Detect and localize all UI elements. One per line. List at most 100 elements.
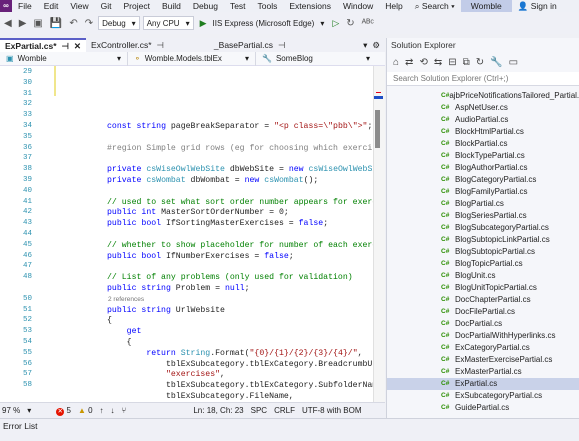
solution-file-item[interactable]: C# ExSubcategoryPartial.cs xyxy=(387,390,579,402)
solution-file-item[interactable]: C# BlogFamilyPartial.cs xyxy=(387,186,579,198)
solution-file-item[interactable]: C# ExMasterPartial.cs xyxy=(387,366,579,378)
solution-file-item[interactable]: C# GuidePartial.cs xyxy=(387,402,579,414)
git-branch-icon[interactable]: ⑂ xyxy=(122,406,127,415)
tab-overflow[interactable]: ▾ ⚙ xyxy=(358,38,385,52)
code-line[interactable]: { xyxy=(107,338,132,347)
visual-studio-logo-icon[interactable]: ∞ xyxy=(0,0,12,12)
sign-in-button[interactable]: 👤 Sign in xyxy=(512,0,563,12)
save-icon[interactable]: 💾 xyxy=(48,18,64,29)
solution-file-item[interactable]: C# BlockHtmlPartial.cs xyxy=(387,126,579,138)
menu-window[interactable]: Window xyxy=(337,0,379,12)
code-line[interactable]: private csWombat dbWombat = new csWombat… xyxy=(107,176,318,185)
code-line[interactable]: private csWiseOwlWebSite dbWebSite = new… xyxy=(107,165,385,174)
switch-views-icon[interactable]: ⇄ xyxy=(405,57,413,68)
show-all-files-icon[interactable]: ⧉ xyxy=(463,57,470,68)
properties-icon[interactable]: 🔧 xyxy=(490,57,502,68)
whitespace-mode[interactable]: SPC xyxy=(251,406,267,415)
solution-file-item[interactable]: C# DocFilePartial.cs xyxy=(387,306,579,318)
solution-file-item[interactable]: C# DocChapterPartial.cs xyxy=(387,294,579,306)
menu-file[interactable]: File xyxy=(12,0,38,12)
zoom-level[interactable]: 97 % xyxy=(2,406,20,415)
code-line[interactable]: tblExSubcategory.FileName, xyxy=(107,392,294,401)
code-line[interactable]: tblExSubcategory.tblExCategory.Breadcrum… xyxy=(107,360,385,369)
solution-file-item[interactable]: C# BlogUnitTopicPartial.cs xyxy=(387,282,579,294)
code-line[interactable]: // whether to show placeholder for numbe… xyxy=(107,241,385,250)
menu-git[interactable]: Git xyxy=(95,0,118,12)
code-line[interactable]: tblExSubcategory.tblExCategory.Subfolder… xyxy=(107,381,385,390)
code-line[interactable]: public string Problem = null; xyxy=(107,284,250,293)
new-file-icon[interactable]: ▣ xyxy=(31,18,44,29)
tab-basepartial[interactable]: _BasePartial.cs ⊣ xyxy=(209,38,290,52)
menu-view[interactable]: View xyxy=(64,0,94,12)
code-line[interactable]: public bool IfNumberExercises = false; xyxy=(107,252,294,261)
solution-file-item[interactable]: C# BlogUnit.cs xyxy=(387,270,579,282)
solution-file-item[interactable]: C# BlogSubcategoryPartial.cs xyxy=(387,222,579,234)
code-line[interactable]: // used to set what sort order number ap… xyxy=(107,198,385,207)
tab-excontroller[interactable]: ExController.cs* ⊣ xyxy=(86,38,169,52)
menu-build[interactable]: Build xyxy=(156,0,187,12)
collapse-all-icon[interactable]: ⊟ xyxy=(448,57,456,68)
solution-file-item[interactable]: C# BlogAuthorPartial.cs xyxy=(387,162,579,174)
platform-dropdown[interactable]: Any CPU ▾ xyxy=(142,16,194,30)
home-icon[interactable]: ⌂ xyxy=(393,57,399,68)
line-endings[interactable]: CRLF xyxy=(274,406,295,415)
spell-check-icon[interactable]: ᴬᴮᶜ xyxy=(360,18,376,29)
solution-file-item[interactable]: C# BlogSubtopicPartial.cs xyxy=(387,246,579,258)
redo-icon[interactable]: ↷ xyxy=(83,18,95,29)
code-line[interactable]: public bool IfSortingMasterExercises = f… xyxy=(107,219,328,228)
member-dropdown[interactable]: 🔧 SomeBlog ▾ xyxy=(256,52,376,66)
undo-icon[interactable]: ↶ xyxy=(67,18,79,29)
code-line[interactable]: // List of any problems (only used for v… xyxy=(107,273,353,282)
project-dropdown[interactable]: ▣ Womble ▾ xyxy=(0,51,128,66)
warnings-indicator[interactable]: ▲ 0 xyxy=(78,406,93,415)
menu-project[interactable]: Project xyxy=(118,0,156,12)
solution-file-item[interactable]: C# BlogTopicPartial.cs xyxy=(387,258,579,270)
code-line[interactable]: "exercises", xyxy=(107,370,225,379)
code-line[interactable]: return String.Format("{0}/{1}/{2}/{3}/{4… xyxy=(107,349,362,358)
code-line[interactable]: { xyxy=(107,316,112,325)
cursor-position[interactable]: Ln: 18, Ch: 23 xyxy=(193,406,243,415)
code-line[interactable]: public string UrlWebsite xyxy=(107,306,225,315)
solution-file-item[interactable]: C# AspNetUser.cs xyxy=(387,102,579,114)
search-menu[interactable]: ⌕ Search ▾ xyxy=(409,0,461,12)
pin-icon[interactable]: ⊣ xyxy=(62,40,69,52)
menu-help[interactable]: Help xyxy=(379,0,408,12)
back-icon[interactable]: ◀ xyxy=(2,18,14,29)
forward-icon[interactable]: ▶ xyxy=(17,18,29,29)
solution-file-item[interactable]: C# ajbPriceNotificationsTailored_Partial.… xyxy=(387,90,579,102)
code-line[interactable]: const string pageBreakSeparator = "<p cl… xyxy=(107,122,372,131)
menu-edit[interactable]: Edit xyxy=(38,0,65,12)
solution-file-item[interactable]: C# BlockPartial.cs xyxy=(387,138,579,150)
configuration-dropdown[interactable]: Debug ▾ xyxy=(98,16,140,30)
solution-file-item[interactable]: C# ExPartial.cs xyxy=(387,378,579,390)
code-line[interactable]: public int MasterSortOrderNumber = 0; xyxy=(107,208,289,217)
start-without-debugging-icon[interactable]: ▷ xyxy=(330,18,341,29)
menu-extensions[interactable]: Extensions xyxy=(283,0,337,12)
type-dropdown[interactable]: ⚬ Womble.Models.tblEx ▾ xyxy=(128,51,256,66)
zoom-chevron-icon[interactable]: ▾ xyxy=(27,406,31,415)
history-icon[interactable]: ⟲ xyxy=(419,57,427,68)
arrow-up-icon[interactable]: ↑ xyxy=(100,406,104,415)
tab-expartial[interactable]: ExPartial.cs* ⊣ ✕ xyxy=(0,38,87,52)
sync-icon[interactable]: ⇆ xyxy=(434,57,442,68)
preview-icon[interactable]: ▭ xyxy=(509,57,518,68)
menu-tools[interactable]: Tools xyxy=(252,0,284,12)
code-editor[interactable]: 29 30 31 32 33 34 35 36 37 38 39 40 41 42 43 44 45 46 47 48… xyxy=(0,66,385,402)
refresh-icon[interactable]: ↻ xyxy=(344,18,356,29)
solution-explorer-search[interactable]: Search Solution Explorer (Ctrl+;) xyxy=(387,72,579,86)
solution-file-item[interactable]: C# DocPartialWithHyperlinks.cs xyxy=(387,330,579,342)
pin-icon[interactable]: ⊣ xyxy=(157,38,164,52)
run-button[interactable]: ▶ IIS Express (Microsoft Edge) ▾ xyxy=(197,16,328,30)
arrow-down-icon[interactable]: ↓ xyxy=(111,406,115,415)
solution-file-item[interactable]: C# AudioPartial.cs xyxy=(387,114,579,126)
solution-file-item[interactable]: C# DocPartial.cs xyxy=(387,318,579,330)
code-line[interactable]: get xyxy=(107,327,142,336)
pin-icon[interactable]: ⊣ xyxy=(278,38,285,52)
refresh-icon[interactable]: ↻ xyxy=(476,57,484,68)
menu-test[interactable]: Test xyxy=(224,0,252,12)
solution-file-item[interactable]: C# BlogSubtopicLinkPartial.cs xyxy=(387,234,579,246)
solution-file-item[interactable]: C# BlogCategoryPartial.cs xyxy=(387,174,579,186)
errors-indicator[interactable]: ✕ 5 xyxy=(56,406,71,416)
solution-file-item[interactable]: C# ExMasterExercisePartial.cs xyxy=(387,354,579,366)
menu-debug[interactable]: Debug xyxy=(187,0,224,12)
